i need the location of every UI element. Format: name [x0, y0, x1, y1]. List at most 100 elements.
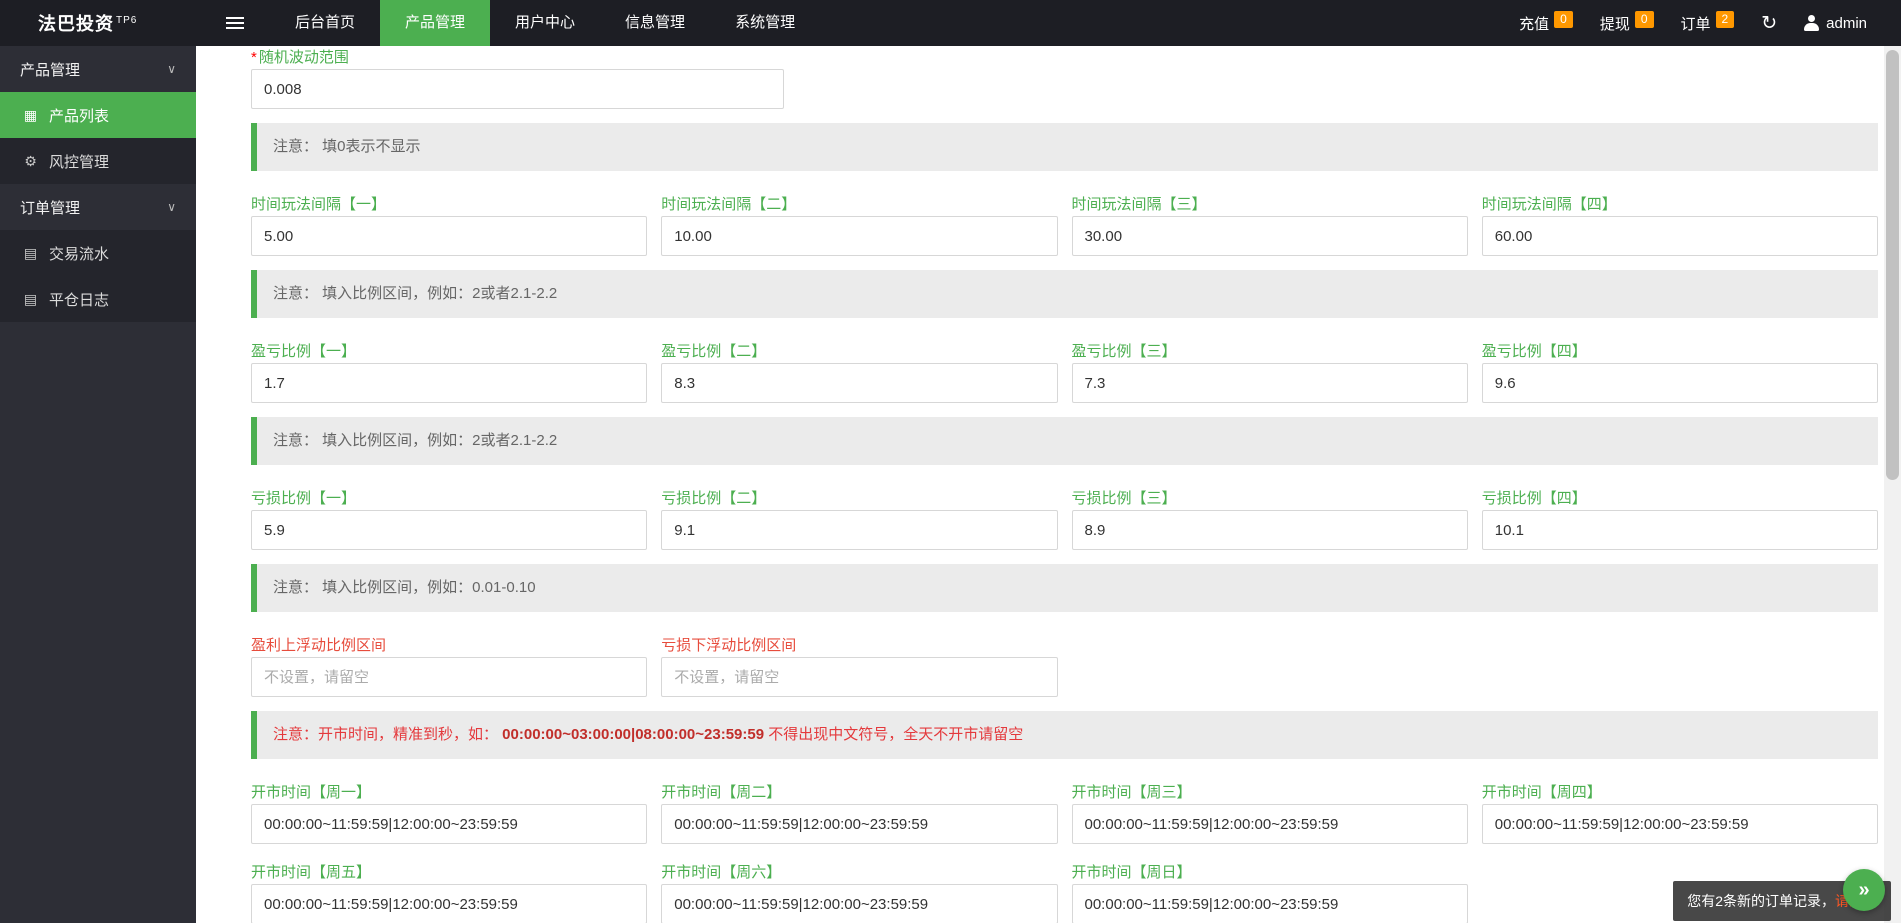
- hamburger-icon[interactable]: [226, 17, 244, 29]
- nav-user-center[interactable]: 用户中心: [490, 0, 600, 46]
- loss-ratio-3-input[interactable]: [1072, 510, 1468, 550]
- sidebar-item-risk-control[interactable]: ⚙ 风控管理: [0, 138, 196, 184]
- sidebar-item-label: 交易流水: [49, 243, 109, 264]
- username: admin: [1826, 15, 1867, 32]
- open-time-tuesday-input[interactable]: [661, 804, 1057, 844]
- vertical-scrollbar[interactable]: [1884, 46, 1901, 923]
- sidebar: 产品管理 ∨ ▦ 产品列表 ⚙ 风控管理 订单管理 ∨ ▤ 交易流水 ▤ 平仓日…: [0, 46, 196, 923]
- sidebar-item-close-position-log[interactable]: ▤ 平仓日志: [0, 276, 196, 322]
- field-loss-ratio-4: 亏损比例【四】: [1482, 489, 1878, 550]
- field-loss-ratio-2: 亏损比例【二】: [661, 489, 1057, 550]
- time-interval-2-label: 时间玩法间隔【二】: [661, 195, 1057, 214]
- field-loss-ratio-3: 亏损比例【三】: [1072, 489, 1468, 550]
- time-interval-3-input[interactable]: [1072, 216, 1468, 256]
- open-time-monday-label: 开市时间【周一】: [251, 783, 647, 802]
- field-loss-float-range: 亏损下浮动比例区间: [661, 636, 1057, 697]
- field-open-time-friday: 开市时间【周五】: [251, 863, 647, 923]
- nav-info-management[interactable]: 信息管理: [600, 0, 710, 46]
- open-time-monday-input[interactable]: [251, 804, 647, 844]
- quick-recharge-label: 充值: [1519, 13, 1549, 34]
- note-market-suffix: 不得出现中文符号，全天不开市请留空: [764, 726, 1023, 743]
- time-interval-1-input[interactable]: [251, 216, 647, 256]
- profit-ratio-2-input[interactable]: [661, 363, 1057, 403]
- sidebar-item-label: 产品列表: [49, 105, 109, 126]
- field-profit-ratio-3: 盈亏比例【三】: [1072, 342, 1468, 403]
- nav-dashboard[interactable]: 后台首页: [270, 0, 380, 46]
- nav-product-management[interactable]: 产品管理: [380, 0, 490, 46]
- user-menu[interactable]: admin: [1804, 15, 1867, 32]
- random-fluct-range-input[interactable]: [251, 69, 784, 109]
- loss-ratio-2-label: 亏损比例【二】: [661, 489, 1057, 508]
- field-open-time-sunday: 开市时间【周日】: [1072, 863, 1468, 923]
- profit-ratio-3-label: 盈亏比例【三】: [1072, 342, 1468, 361]
- open-time-friday-label: 开市时间【周五】: [251, 863, 647, 882]
- open-time-thursday-input[interactable]: [1482, 804, 1878, 844]
- grid-icon: ▦: [22, 107, 39, 124]
- note-market-time: 注意：开市时间，精准到秒，如： 00:00:00~03:00:00|08:00:…: [251, 711, 1878, 759]
- profit-ratio-1-label: 盈亏比例【一】: [251, 342, 647, 361]
- product-edit-form: *随机波动范围 注意： 填0表示不显示 时间玩法间隔【一】 时间玩法间隔【二】 …: [196, 46, 1884, 923]
- loss-ratio-2-input[interactable]: [661, 510, 1057, 550]
- quick-orders[interactable]: 订单 2: [1681, 13, 1735, 34]
- profit-ratio-1-input[interactable]: [251, 363, 647, 403]
- note-ratio-example-2: 注意： 填入比例区间，例如：2或者2.1-2.2: [251, 417, 1878, 465]
- time-interval-4-label: 时间玩法间隔【四】: [1482, 195, 1878, 214]
- nav-system-management[interactable]: 系统管理: [710, 0, 820, 46]
- sidebar-item-label: 风控管理: [49, 151, 109, 172]
- quick-withdraw[interactable]: 提现 0: [1600, 13, 1654, 34]
- field-time-interval-1: 时间玩法间隔【一】: [251, 195, 647, 256]
- profit-float-range-input[interactable]: [251, 657, 647, 697]
- profit-float-range-label: 盈利上浮动比例区间: [251, 636, 647, 655]
- open-time-wednesday-label: 开市时间【周三】: [1072, 783, 1468, 802]
- top-nav: 后台首页 产品管理 用户中心 信息管理 系统管理: [270, 0, 820, 46]
- profit-ratio-2-label: 盈亏比例【二】: [661, 342, 1057, 361]
- field-time-interval-3: 时间玩法间隔【三】: [1072, 195, 1468, 256]
- user-icon: [1804, 15, 1819, 31]
- field-profit-ratio-1: 盈亏比例【一】: [251, 342, 647, 403]
- loss-float-range-input[interactable]: [661, 657, 1057, 697]
- open-time-wednesday-input[interactable]: [1072, 804, 1468, 844]
- sidebar-group-label: 订单管理: [20, 197, 80, 218]
- toast-text: 您有2条新的订单记录，: [1687, 893, 1835, 909]
- loss-ratio-1-input[interactable]: [251, 510, 647, 550]
- time-interval-3-label: 时间玩法间隔【三】: [1072, 195, 1468, 214]
- brand-text: 法巴投资: [38, 14, 114, 34]
- loss-ratio-4-input[interactable]: [1482, 510, 1878, 550]
- notification-fab[interactable]: »: [1843, 869, 1885, 911]
- loss-ratio-3-label: 亏损比例【三】: [1072, 489, 1468, 508]
- refresh-icon[interactable]: ↻: [1761, 14, 1777, 33]
- note-market-example: 00:00:00~03:00:00|08:00:00~23:59:59: [502, 726, 764, 743]
- sidebar-group-order-management[interactable]: 订单管理 ∨: [0, 184, 196, 230]
- recharge-badge: 0: [1554, 11, 1573, 28]
- quick-recharge[interactable]: 充值 0: [1519, 13, 1573, 34]
- time-interval-2-input[interactable]: [661, 216, 1057, 256]
- open-time-row-1: 开市时间【周一】 开市时间【周二】 开市时间【周三】 开市时间【周四】: [251, 783, 1878, 844]
- sidebar-item-label: 平仓日志: [49, 289, 109, 310]
- quick-orders-label: 订单: [1681, 13, 1711, 34]
- note-ratio-example-3: 注意： 填入比例区间，例如：0.01-0.10: [251, 564, 1878, 612]
- topbar-right: 充值 0 提现 0 订单 2 ↻ admin: [1519, 13, 1901, 34]
- sound-icon: »: [1858, 879, 1869, 902]
- chevron-down-icon: ∨: [167, 62, 176, 76]
- gear-icon: ⚙: [22, 153, 39, 170]
- profit-ratio-4-label: 盈亏比例【四】: [1482, 342, 1878, 361]
- open-time-sunday-input[interactable]: [1072, 884, 1468, 923]
- field-profit-float-range: 盈利上浮动比例区间: [251, 636, 647, 697]
- open-time-tuesday-label: 开市时间【周二】: [661, 783, 1057, 802]
- profit-ratio-4-input[interactable]: [1482, 363, 1878, 403]
- open-time-friday-input[interactable]: [251, 884, 647, 923]
- sidebar-group-product-management[interactable]: 产品管理 ∨: [0, 46, 196, 92]
- scrollbar-thumb[interactable]: [1886, 50, 1899, 480]
- note-market-prefix: 注意：开市时间，精准到秒，如：: [273, 726, 502, 743]
- open-time-sunday-label: 开市时间【周日】: [1072, 863, 1468, 882]
- profit-ratio-row: 盈亏比例【一】 盈亏比例【二】 盈亏比例【三】 盈亏比例【四】: [251, 342, 1878, 403]
- withdraw-badge: 0: [1635, 11, 1654, 28]
- time-interval-4-input[interactable]: [1482, 216, 1878, 256]
- note-fill-zero: 注意： 填0表示不显示: [251, 123, 1878, 171]
- open-time-saturday-input[interactable]: [661, 884, 1057, 923]
- sidebar-item-trade-flow[interactable]: ▤ 交易流水: [0, 230, 196, 276]
- field-time-interval-4: 时间玩法间隔【四】: [1482, 195, 1878, 256]
- profit-ratio-3-input[interactable]: [1072, 363, 1468, 403]
- sidebar-item-product-list[interactable]: ▦ 产品列表: [0, 92, 196, 138]
- orders-badge: 2: [1716, 11, 1735, 28]
